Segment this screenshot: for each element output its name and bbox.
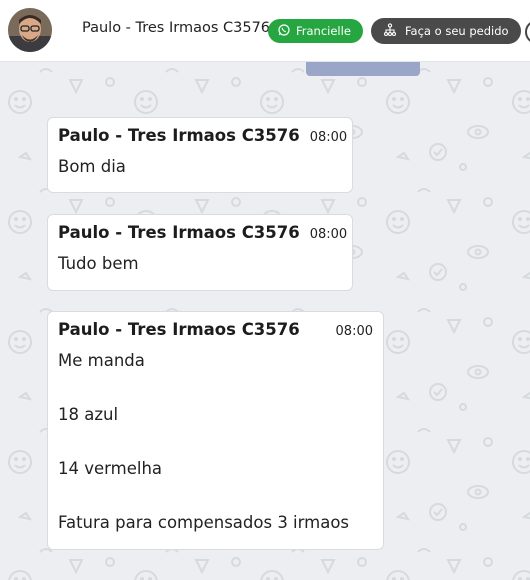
contact-name: Paulo - Tres Irmaos C3576 (82, 20, 271, 36)
message-time: 08:00 (309, 130, 348, 145)
order-button[interactable]: Faça o seu pedido (371, 18, 521, 44)
chat-area[interactable]: Paulo - Tres Irmaos C3576 08:00 Bom dia … (0, 62, 530, 580)
more-options-button[interactable] (525, 20, 530, 44)
message-text: 18 azul (58, 405, 119, 424)
message-text: 14 vermelha (58, 459, 163, 478)
message-sender: Paulo - Tres Irmaos C3576 (58, 320, 300, 339)
message-time: 08:00 (309, 227, 348, 242)
agent-badge: Francielle (268, 19, 363, 43)
message-bubble: Paulo - Tres Irmaos C3576 08:00 Me manda… (47, 311, 384, 550)
date-separator (306, 62, 420, 76)
agent-name: Francielle (296, 24, 351, 38)
org-chart-icon (383, 22, 397, 40)
message-time: 08:00 (335, 324, 373, 339)
message-bubble: Paulo - Tres Irmaos C3576 08:00 Tudo bem (47, 214, 353, 291)
message-text: Tudo bem (58, 254, 139, 273)
message-text: Bom dia (58, 157, 126, 176)
message-sender: Paulo - Tres Irmaos C3576 (58, 126, 300, 145)
message-bubble: Paulo - Tres Irmaos C3576 08:00 Bom dia (47, 117, 353, 193)
contact-avatar[interactable] (8, 8, 52, 52)
message-sender: Paulo - Tres Irmaos C3576 (58, 223, 300, 242)
chat-header: Paulo - Tres Irmaos C3576 Francielle Faç… (0, 0, 530, 62)
whatsapp-icon (278, 23, 290, 39)
order-button-label: Faça o seu pedido (405, 24, 509, 38)
message-text: Me manda (58, 351, 145, 370)
message-text: Fatura para compensados 3 irmaos (58, 513, 350, 532)
